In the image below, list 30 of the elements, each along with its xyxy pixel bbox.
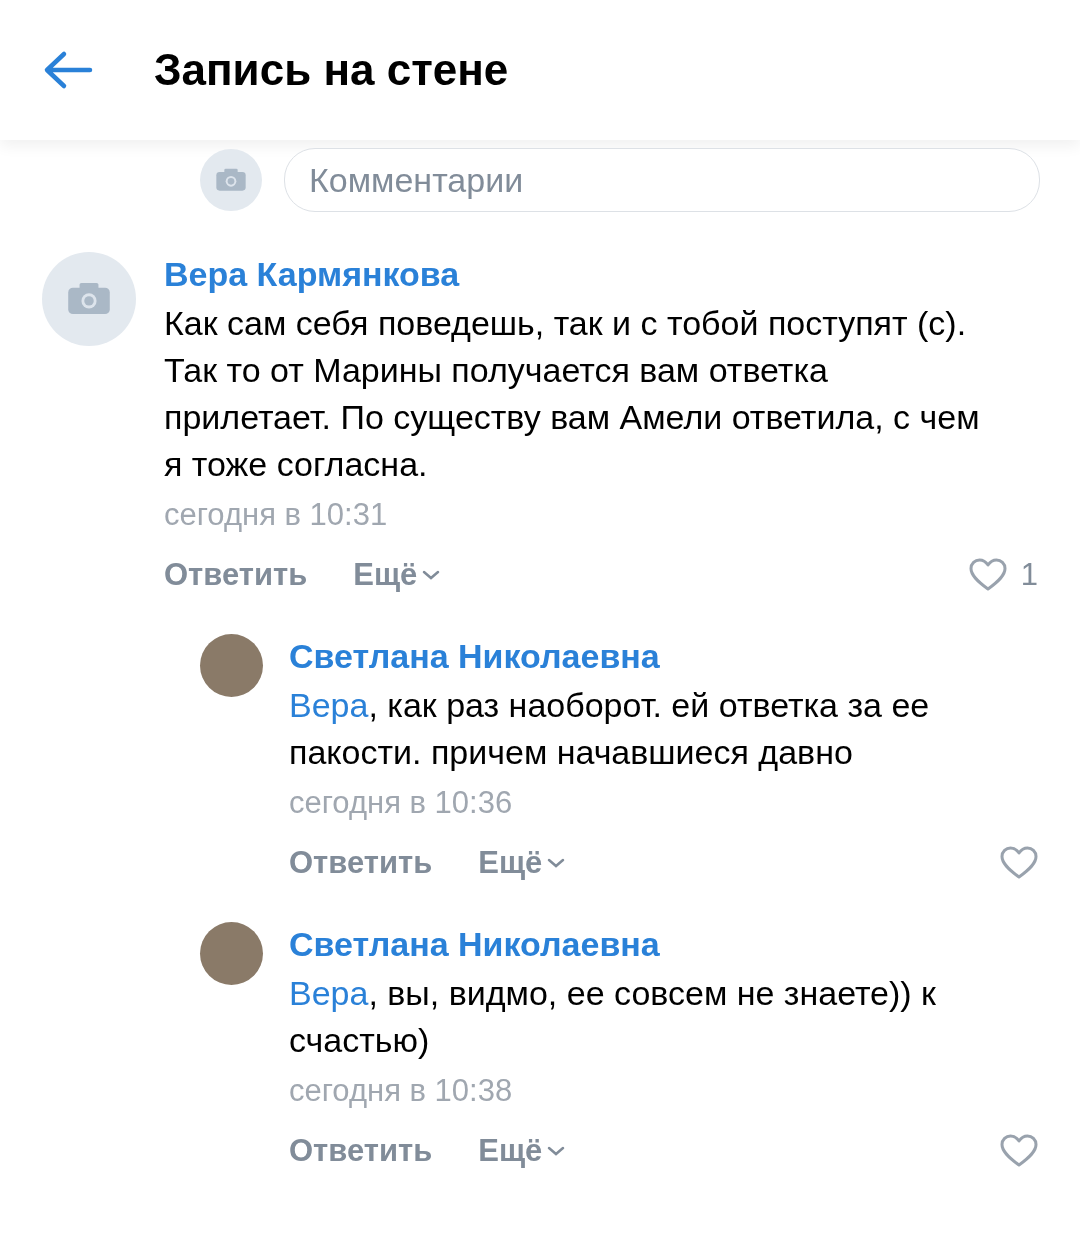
- reply-button[interactable]: Ответить: [289, 1133, 433, 1169]
- back-arrow-icon: [42, 50, 94, 90]
- caret-icon: [546, 857, 567, 869]
- comment-text: Вера, как раз наоборот. ей ответка за ее пакости. причем начавшиеся давно: [289, 685, 931, 773]
- author-name[interactable]: Светлана Николаевна: [289, 922, 1038, 966]
- like-button[interactable]: [1000, 846, 1038, 880]
- more-button[interactable]: Ещё: [353, 557, 442, 593]
- comment-input-field[interactable]: Комментарии: [284, 148, 1040, 212]
- heart-icon: [1000, 1134, 1038, 1168]
- camera-icon: [66, 282, 112, 316]
- like-button[interactable]: 1: [968, 557, 1038, 593]
- back-button[interactable]: [42, 50, 94, 90]
- caret-icon: [546, 1145, 567, 1157]
- caret-icon: [421, 569, 442, 581]
- reply-button[interactable]: Ответить: [164, 557, 308, 593]
- comment-text: Как сам себя поведешь, так и с тобой поступят (с). Так то от Марины получается вам ответка прилетает. По существу вам Амели ответила, с чем я тоже согласна.: [164, 303, 981, 485]
- reply-button[interactable]: Ответить: [289, 845, 433, 881]
- heart-icon: [968, 558, 1007, 592]
- comment-time: сегодня в 10:31: [164, 496, 389, 534]
- author-name[interactable]: Светлана Николаевна: [289, 634, 1038, 678]
- like-button[interactable]: [1000, 1134, 1038, 1168]
- more-button[interactable]: Ещё: [478, 1133, 567, 1169]
- more-button[interactable]: Ещё: [478, 845, 567, 881]
- comment-time: сегодня в 10:38: [289, 1072, 514, 1110]
- camera-icon: [215, 168, 247, 192]
- comment-text: Вера, вы, видмо, ее совсем не знаете)) к счастью): [289, 973, 937, 1061]
- heart-icon: [1000, 846, 1038, 880]
- page-title: Запись на стене: [154, 45, 509, 95]
- comment-time: сегодня в 10:36: [289, 784, 514, 822]
- author-name[interactable]: Вера Кармянкова: [164, 252, 1038, 296]
